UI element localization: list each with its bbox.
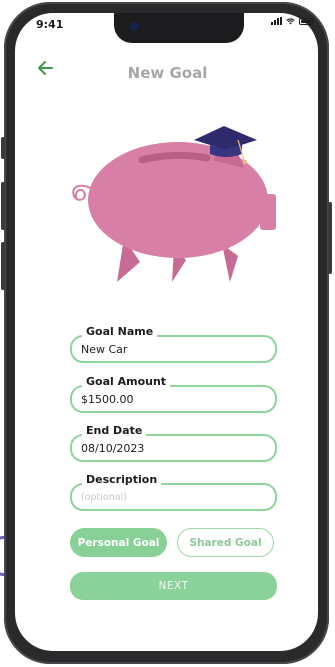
goal-name-field[interactable]: Goal Name New Car <box>70 325 277 363</box>
end-date-label: End Date <box>82 424 147 438</box>
end-date-field[interactable]: End Date 08/10/2023 <box>70 424 277 462</box>
mute-switch <box>1 137 5 159</box>
description-label: Description <box>82 473 162 487</box>
description-field[interactable]: Description (optional) <box>70 473 277 511</box>
goal-amount-label: Goal Amount <box>82 375 171 389</box>
description-placeholder: (optional) <box>81 492 127 503</box>
piggy-bank-illustration <box>72 126 276 282</box>
volume-up-button <box>1 182 5 230</box>
status-icons <box>271 17 313 25</box>
volume-down-button <box>1 242 5 290</box>
phone-screen <box>15 13 318 651</box>
next-button[interactable]: NEXT <box>70 572 277 600</box>
end-date-value: 08/10/2023 <box>81 442 145 455</box>
goal-name-value: New Car <box>81 343 128 356</box>
personal-goal-button[interactable]: Personal Goal <box>70 528 167 557</box>
notch <box>114 13 244 43</box>
page-title: New Goal <box>127 64 208 82</box>
shared-goal-button[interactable]: Shared Goal <box>177 528 274 557</box>
signal-icon <box>271 17 282 25</box>
status-time: 9:41 <box>36 18 64 31</box>
power-button <box>328 202 332 274</box>
camera-icon <box>130 22 139 31</box>
goal-amount-field[interactable]: Goal Amount $1500.00 <box>70 375 277 413</box>
battery-icon <box>299 18 313 25</box>
wifi-icon <box>286 18 295 25</box>
goal-name-label: Goal Name <box>82 325 158 339</box>
goal-amount-value: $1500.00 <box>81 393 134 406</box>
